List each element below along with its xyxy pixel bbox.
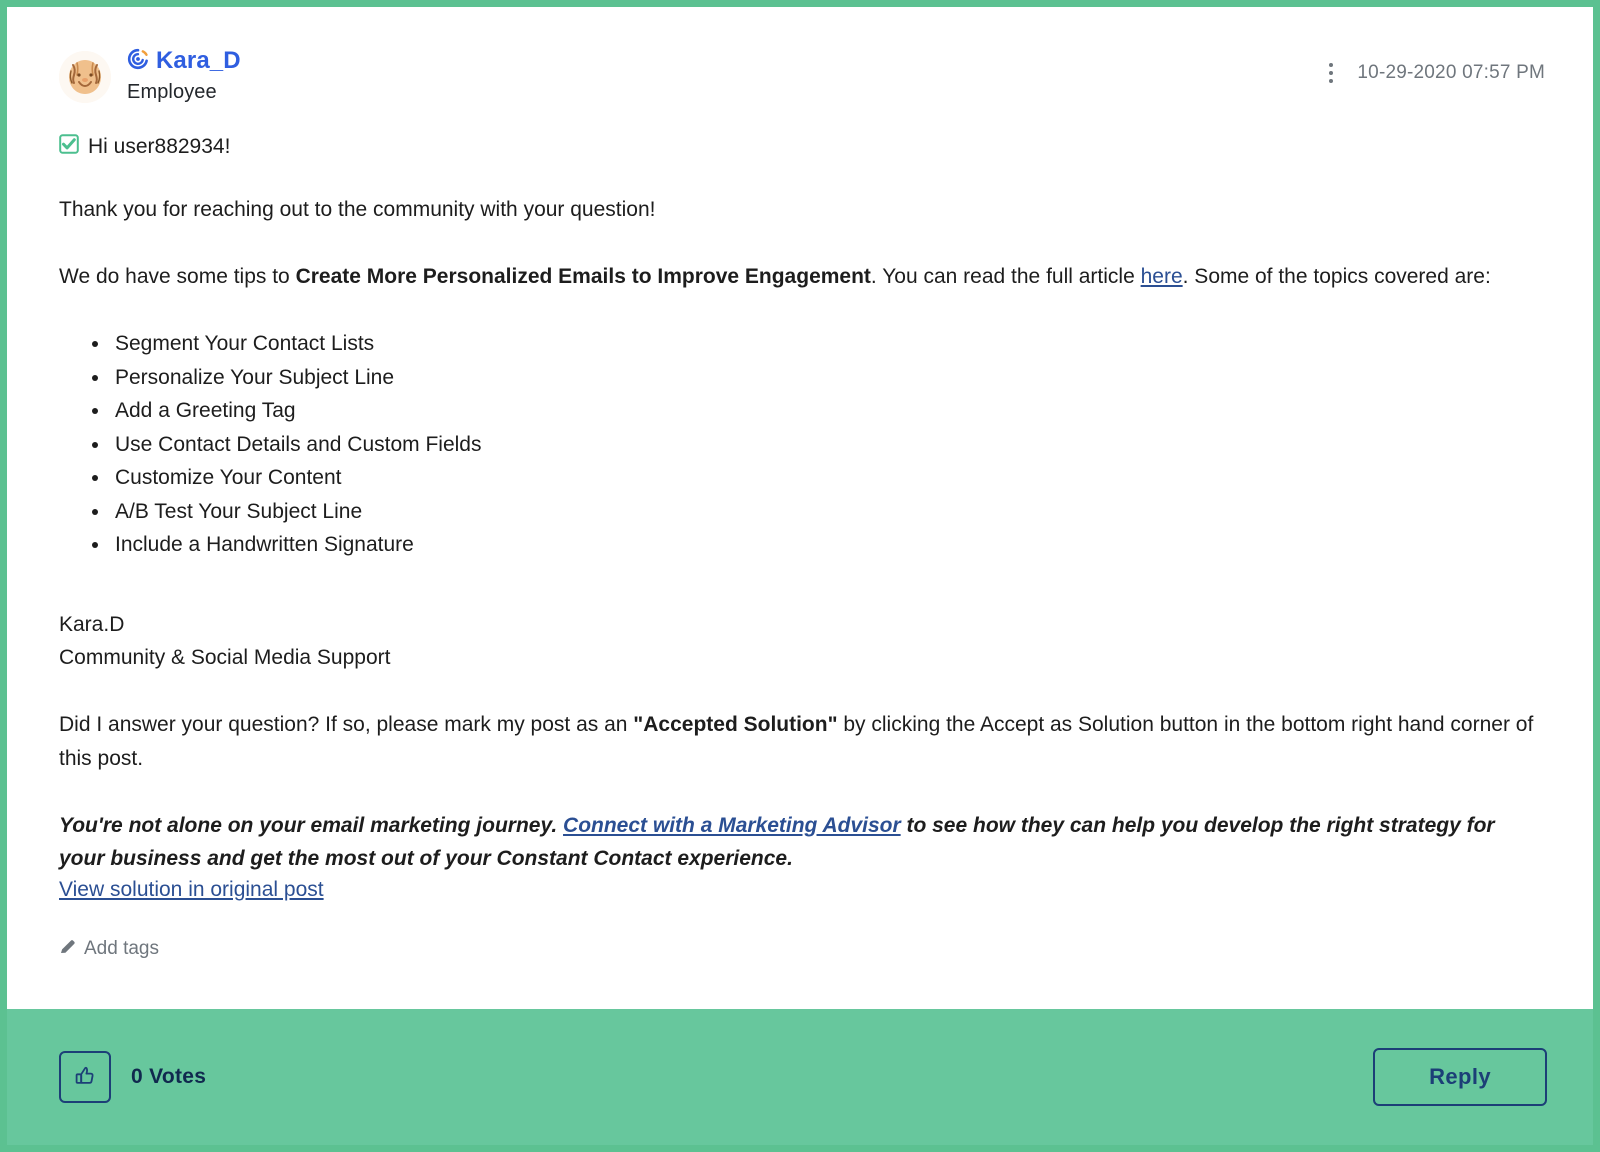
- list-item: Include a Handwritten Signature: [111, 528, 1545, 562]
- post-footer: 0 Votes Reply: [7, 1009, 1593, 1145]
- kudos-button[interactable]: [59, 1051, 111, 1103]
- greeting-text: Hi user882934!: [88, 135, 231, 158]
- avatar[interactable]: [59, 51, 111, 103]
- accepted-solution-bold: "Accepted Solution": [633, 712, 838, 736]
- post-timestamp: 10-29-2020 07:57 PM: [1357, 62, 1545, 83]
- post-message: Hi user882934! Thank you for reaching ou…: [59, 134, 1545, 961]
- list-item: Segment Your Contact Lists: [111, 327, 1545, 361]
- green-check-box-icon: [59, 134, 79, 160]
- tips-intro-middle: . You can read the full article: [870, 265, 1141, 288]
- promo-paragraph: You're not alone on your email marketing…: [59, 809, 1545, 876]
- thumbs-up-icon: [72, 1063, 98, 1092]
- add-tags-label: Add tags: [84, 938, 159, 959]
- topics-list: Segment Your Contact Lists Personalize Y…: [59, 327, 1545, 562]
- promo-lead: You're not alone on your email marketing…: [59, 813, 564, 837]
- view-solution-link[interactable]: View solution in original post: [59, 878, 324, 902]
- list-item: Personalize Your Subject Line: [111, 361, 1545, 395]
- author-block: Kara_D Employee: [59, 47, 241, 104]
- tips-intro-lead: We do have some tips to: [59, 265, 296, 288]
- list-item: Use Contact Details and Custom Fields: [111, 428, 1545, 462]
- list-item: Customize Your Content: [111, 461, 1545, 495]
- list-item: A/B Test Your Subject Line: [111, 495, 1545, 529]
- article-here-link[interactable]: here: [1141, 265, 1183, 288]
- accepted-solution-lead: Did I answer your question? If so, pleas…: [59, 712, 634, 736]
- post-header: Kara_D Employee 10-29-2020 07:57 PM: [59, 47, 1545, 104]
- signature-title: Community & Social Media Support: [59, 646, 391, 669]
- votes-group: 0 Votes: [59, 1051, 206, 1103]
- constant-contact-spiral-icon: [127, 48, 149, 75]
- post-header-right: 10-29-2020 07:57 PM: [1323, 47, 1545, 87]
- author-role: Employee: [127, 81, 217, 103]
- list-item: Add a Greeting Tag: [111, 394, 1545, 428]
- author-name[interactable]: Kara_D: [156, 47, 241, 75]
- thanks-paragraph: Thank you for reaching out to the commun…: [59, 198, 656, 221]
- tips-intro-tail: . Some of the topics covered are:: [1182, 265, 1491, 288]
- author-meta: Kara_D Employee: [127, 47, 241, 104]
- kebab-menu-icon[interactable]: [1323, 59, 1339, 87]
- add-tags-button[interactable]: Add tags: [59, 938, 159, 961]
- greeting-line: Hi user882934!: [59, 134, 1545, 160]
- marketing-advisor-link[interactable]: Connect with a Marketing Advisor: [563, 814, 901, 837]
- post-card: Kara_D Employee 10-29-2020 07:57 PM Hi u…: [0, 0, 1600, 1152]
- post-content-area: Kara_D Employee 10-29-2020 07:57 PM Hi u…: [7, 7, 1593, 961]
- tips-intro-paragraph: We do have some tips to Create More Pers…: [59, 260, 1545, 294]
- pencil-icon: [59, 938, 76, 961]
- tips-intro-bold: Create More Personalized Emails to Impro…: [295, 265, 871, 288]
- reply-button[interactable]: Reply: [1373, 1048, 1547, 1106]
- votes-count: 0 Votes: [131, 1065, 207, 1088]
- signature-name: Kara.D: [59, 612, 125, 636]
- accepted-solution-paragraph: Did I answer your question? If so, pleas…: [59, 708, 1545, 776]
- author-name-row: Kara_D: [127, 47, 241, 75]
